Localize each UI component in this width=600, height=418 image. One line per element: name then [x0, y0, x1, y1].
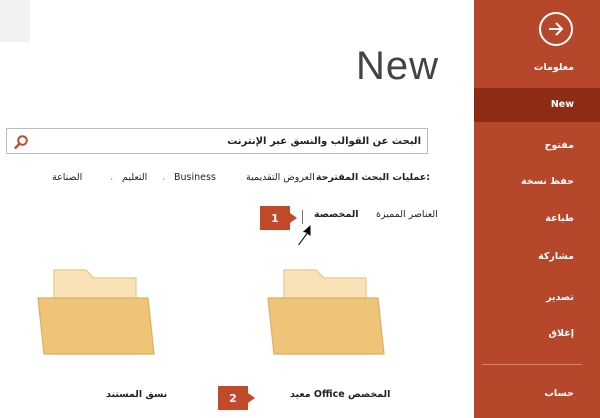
search-input[interactable]	[41, 129, 421, 153]
folder-icon[interactable]	[266, 266, 386, 358]
nav-print[interactable]: طباعة	[474, 213, 600, 224]
titlebar-corner	[0, 0, 30, 42]
nav-info[interactable]: معلومات	[474, 62, 600, 73]
nav-new[interactable]: New	[474, 88, 600, 122]
template-search-box[interactable]	[6, 128, 428, 154]
suggested-link-business[interactable]: Business	[174, 172, 216, 183]
nav-account[interactable]: حساب	[474, 388, 600, 399]
folder-label-custom-office-templates[interactable]: معيد Office المخصص	[290, 389, 390, 400]
suggested-searches-label: عمليات البحث المقترحة:	[315, 172, 430, 183]
nav-save-copy[interactable]: حفظ نسخة	[474, 176, 600, 187]
suggested-link-industry[interactable]: الصناعة	[52, 172, 82, 183]
step-callout-2: 2	[218, 386, 255, 410]
suggested-link-presentations[interactable]: العروض التقديمية	[246, 172, 315, 183]
circle-arrow-right-icon	[549, 22, 564, 36]
back-button[interactable]	[539, 12, 573, 46]
template-tabs: العناصر المميزة المخصصة	[0, 209, 438, 225]
page-title: New	[356, 44, 440, 88]
mouse-pointer-icon	[296, 222, 312, 247]
folder-icon[interactable]	[36, 266, 156, 358]
folder-label-document-themes[interactable]: نسق المستند	[106, 389, 167, 400]
nav-export[interactable]: تصدير	[474, 292, 600, 303]
nav-close[interactable]: إغلاق	[474, 328, 600, 339]
sidebar-divider	[482, 364, 582, 365]
step-callout-1: 1	[260, 206, 297, 230]
tab-featured[interactable]: العناصر المميزة	[376, 209, 438, 220]
suggested-link-education[interactable]: التعليم	[122, 172, 147, 183]
tab-personal[interactable]: المخصصة	[314, 209, 359, 220]
nav-share[interactable]: مشاركة	[474, 251, 600, 262]
search-icon[interactable]	[13, 134, 29, 150]
nav-open[interactable]: مفتوح	[474, 140, 600, 151]
suggested-searches: عمليات البحث المقترحة: : العروض التقديمي…	[52, 172, 430, 183]
